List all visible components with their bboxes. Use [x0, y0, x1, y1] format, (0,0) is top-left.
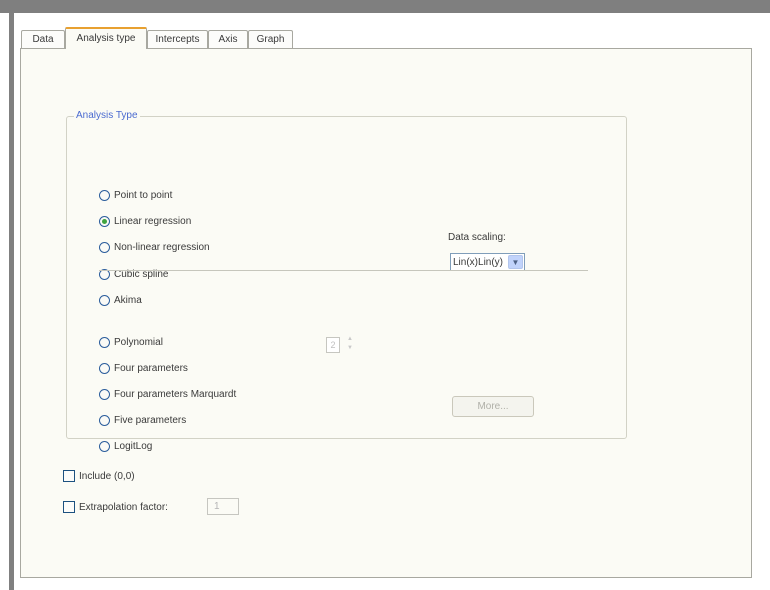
radio-icon[interactable]: [99, 414, 110, 426]
data-scaling-label: Data scaling:: [448, 232, 506, 243]
radio-five-parameters[interactable]: Five parameters: [99, 413, 186, 427]
tab-analysis-type[interactable]: Analysis type: [65, 27, 147, 49]
group-separator: [99, 270, 588, 271]
include-zero-checkbox-row[interactable]: Include (0,0): [63, 469, 135, 483]
radio-selected-icon[interactable]: [99, 215, 110, 227]
include-zero-label: Include (0,0): [79, 470, 135, 482]
radio-polynomial[interactable]: Polynomial: [99, 335, 163, 349]
radio-label: LogitLog: [114, 440, 153, 452]
data-scaling-select[interactable]: Lin(x)Lin(y) ▼: [450, 253, 525, 271]
polynomial-degree-input[interactable]: 2: [326, 337, 340, 353]
radio-logitlog[interactable]: LogitLog: [99, 439, 152, 453]
radio-point-to-point[interactable]: Point to point: [99, 188, 172, 202]
radio-icon[interactable]: [99, 440, 110, 452]
groupbox-title: Analysis Type: [74, 110, 140, 122]
radio-label: Four parameters: [114, 362, 188, 374]
radio-linear-regression[interactable]: Linear regression: [99, 214, 191, 228]
extrapolation-factor-input[interactable]: 1: [207, 498, 239, 515]
radio-four-parameters[interactable]: Four parameters: [99, 361, 188, 375]
extrapolation-checkbox[interactable]: [63, 501, 75, 513]
radio-label: Five parameters: [114, 414, 187, 426]
radio-four-parameters-marquardt[interactable]: Four parameters Marquardt: [99, 387, 236, 401]
radio-label: Point to point: [114, 189, 173, 201]
radio-icon[interactable]: [99, 241, 110, 253]
radio-non-linear-regression[interactable]: Non-linear regression: [99, 240, 210, 254]
radio-icon[interactable]: [99, 294, 110, 306]
window-top-bar: [0, 0, 770, 13]
chevron-down-icon[interactable]: ▼: [508, 255, 523, 269]
data-scaling-value: Lin(x)Lin(y): [453, 257, 504, 268]
radio-label: Linear regression: [114, 215, 192, 227]
tab-data[interactable]: Data: [21, 30, 65, 48]
extrapolation-label: Extrapolation factor:: [79, 501, 168, 513]
radio-icon[interactable]: [99, 189, 110, 201]
tab-axis[interactable]: Axis: [208, 30, 248, 48]
analysis-type-groupbox: Analysis Type Point to point Linear regr…: [66, 110, 627, 452]
radio-icon[interactable]: [99, 336, 110, 348]
radio-label: Four parameters Marquardt: [114, 388, 237, 400]
radio-icon[interactable]: [99, 362, 110, 374]
tab-graph[interactable]: Graph: [248, 30, 293, 48]
window-left-border: [9, 13, 14, 590]
extrapolation-checkbox-row[interactable]: Extrapolation factor:: [63, 500, 168, 514]
radio-label: Non-linear regression: [114, 241, 210, 253]
radio-label: Akima: [114, 294, 142, 306]
radio-akima[interactable]: Akima: [99, 293, 142, 307]
include-zero-checkbox[interactable]: [63, 470, 75, 482]
radio-label: Polynomial: [114, 336, 163, 348]
radio-icon[interactable]: [99, 388, 110, 400]
more-button[interactable]: More...: [452, 396, 534, 417]
analysis-type-tab-panel: Analysis Type Point to point Linear regr…: [20, 48, 752, 578]
spin-arrows-icon[interactable]: ▲ ▼: [347, 335, 355, 353]
tab-intercepts[interactable]: Intercepts: [147, 30, 208, 48]
